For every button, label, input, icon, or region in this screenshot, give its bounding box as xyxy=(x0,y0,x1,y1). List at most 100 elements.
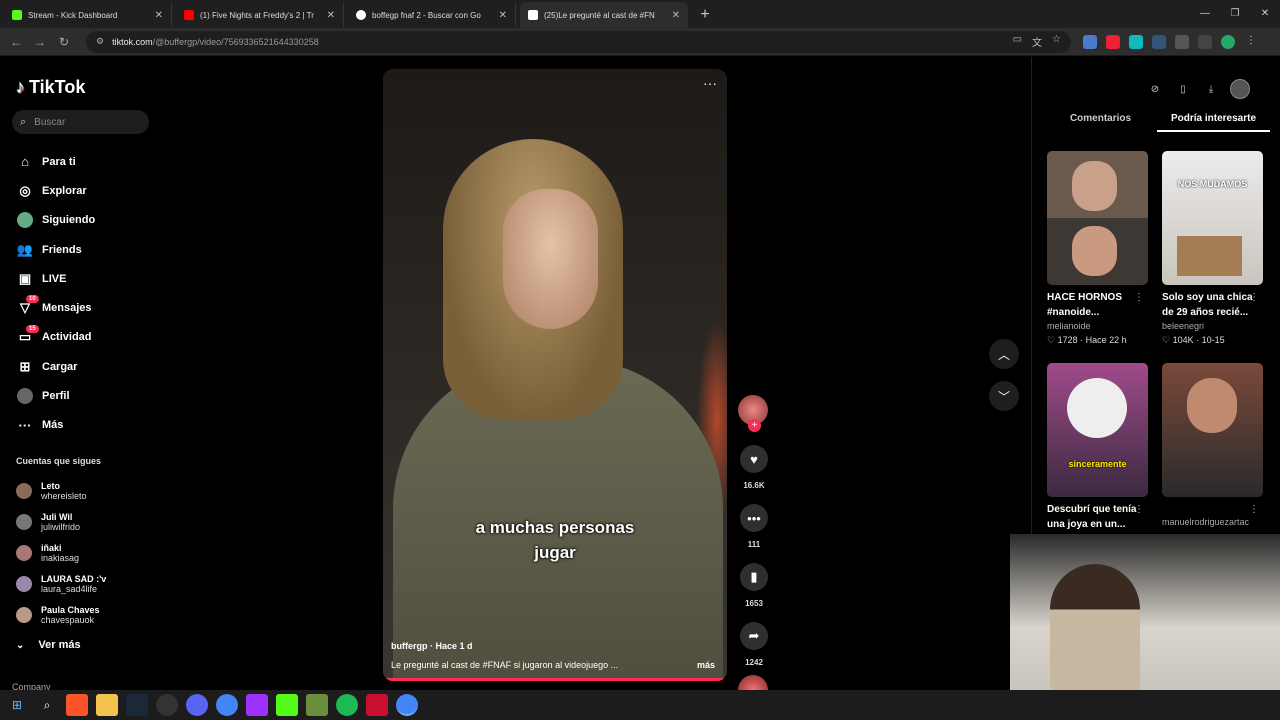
card-more-icon[interactable]: ⋮ xyxy=(1134,504,1144,515)
extension-icon[interactable] xyxy=(1106,34,1120,49)
card-more-icon[interactable]: ⋮ xyxy=(1249,292,1259,303)
next-video-button[interactable]: ﹀ xyxy=(989,381,1019,411)
minimize-icon[interactable]: — xyxy=(1190,0,1220,28)
messages-badge: 10 xyxy=(26,295,39,304)
spotify-icon[interactable] xyxy=(336,694,358,716)
search-input[interactable]: ⌕ Buscar xyxy=(12,110,149,134)
device-icon[interactable]: ▯ xyxy=(1174,80,1192,98)
video-progress-bar[interactable] xyxy=(383,678,727,681)
back-icon[interactable]: ← xyxy=(4,35,28,49)
following-item[interactable]: Leto whereisleto xyxy=(16,475,106,506)
kick-icon[interactable] xyxy=(276,694,298,716)
recommended-video-card[interactable]: HACE HORNOS #nanoide... ⋮ melianoide ♡ 1… xyxy=(1047,151,1148,346)
card-author: beleenegri xyxy=(1162,321,1205,331)
nav-friends[interactable]: 👥 Friends xyxy=(16,235,95,264)
reload-icon[interactable]: ↻ xyxy=(52,35,76,49)
save-count: 1653 xyxy=(745,599,763,608)
brave-icon[interactable] xyxy=(66,694,88,716)
nav-mas[interactable]: ··· Más xyxy=(16,411,95,440)
previous-video-button[interactable]: ︿ xyxy=(989,339,1019,369)
browser-menu-icon[interactable]: ⋮ xyxy=(1244,35,1258,49)
close-tab-icon[interactable]: ✕ xyxy=(672,10,680,21)
nav-actividad[interactable]: ▭ 15 Actividad xyxy=(16,323,95,352)
chrome-active-icon[interactable] xyxy=(396,694,418,716)
following-avatar-icon xyxy=(16,211,34,229)
file-explorer-icon[interactable] xyxy=(96,694,118,716)
search-icon[interactable]: ⌕ xyxy=(36,694,58,716)
cast-icon[interactable]: ▭ xyxy=(1013,34,1022,49)
app-icon[interactable] xyxy=(366,694,388,716)
nav-mensajes[interactable]: ▽ 10 Mensajes xyxy=(16,293,95,322)
share-button[interactable]: ➦ 1242 xyxy=(738,622,770,667)
card-more-icon[interactable]: ⋮ xyxy=(1134,292,1144,303)
translate-icon[interactable]: 文 xyxy=(1032,34,1042,49)
extension-icon[interactable] xyxy=(1129,34,1143,49)
close-window-icon[interactable]: ✕ xyxy=(1250,0,1280,28)
see-more-button[interactable]: ⌄ Ver más xyxy=(16,639,81,651)
following-item[interactable]: Paula Chaves chavespauok xyxy=(16,599,106,630)
video-more-options-icon[interactable]: ··· xyxy=(703,75,717,91)
new-tab-button[interactable]: + xyxy=(694,4,716,26)
download-icon[interactable]: ⤓ xyxy=(1202,80,1220,98)
activity-badge: 15 xyxy=(26,324,39,333)
restore-icon[interactable]: ❐ xyxy=(1220,0,1250,28)
browser-tab-google[interactable]: boffegp fnaf 2 - Buscar con Go ✕ xyxy=(348,2,516,28)
recommended-video-card[interactable]: NOS MUDAMOS Solo soy una chica de 29 año… xyxy=(1162,151,1263,346)
forward-icon[interactable]: → xyxy=(28,35,52,49)
bookmark-star-icon[interactable]: ☆ xyxy=(1052,34,1061,49)
recommended-video-card[interactable]: sinceramente Descubrí que tenía una joya… xyxy=(1047,363,1148,532)
browser-tab-youtube[interactable]: (1) Five Nights at Freddy's 2 | Tr ✕ xyxy=(176,2,344,28)
browser-tab-tiktok[interactable]: (25)Le pregunté al cast de #FN ✕ xyxy=(520,2,688,28)
video-player[interactable]: ··· a muchas personas jugar buffergp · H… xyxy=(383,69,727,681)
reading-list-icon[interactable] xyxy=(1198,34,1212,49)
extensions-puzzle-icon[interactable] xyxy=(1175,34,1189,49)
home-icon: ⌂ xyxy=(21,154,29,170)
save-button[interactable]: ▮ 1653 xyxy=(738,563,770,608)
follow-plus-icon[interactable]: + xyxy=(748,419,761,432)
tiktok-logo[interactable]: ♪ TikTok xyxy=(16,77,85,98)
upload-icon: ⊞ xyxy=(19,358,31,374)
minecraft-icon[interactable] xyxy=(306,694,328,716)
compass-icon[interactable]: ⊘ xyxy=(1146,80,1164,98)
windows-start-icon[interactable]: ⊞ xyxy=(6,694,28,716)
kick-favicon-icon xyxy=(12,10,22,20)
nav-explorar[interactable]: ◎ Explorar xyxy=(16,176,95,205)
following-item[interactable]: iñaki inakiasag xyxy=(16,537,106,568)
nav-siguiendo[interactable]: Siguiendo xyxy=(16,206,95,235)
recommended-video-card[interactable]: ⋮ manuelrodriguezartac xyxy=(1162,363,1263,527)
like-button[interactable]: ♥ 16.6K xyxy=(738,445,770,490)
url-bar[interactable]: ⚙ tiktok.com /@buffergp/video/7569336521… xyxy=(86,30,1071,53)
thumbnail-overlay-text: NOS MUDAMOS xyxy=(1177,179,1248,189)
video-description-more-button[interactable]: más xyxy=(697,660,715,670)
following-item[interactable]: Juli Wil juliwilfrido xyxy=(16,506,106,537)
url-host: tiktok.com xyxy=(112,36,153,47)
see-more-label: Ver más xyxy=(38,639,81,651)
tab-podria-interesarte[interactable]: Podría interesarte xyxy=(1157,113,1270,132)
nav-para-ti[interactable]: ⌂ Para ti xyxy=(16,147,95,176)
close-tab-icon[interactable]: ✕ xyxy=(155,10,163,21)
close-tab-icon[interactable]: ✕ xyxy=(327,10,335,21)
close-tab-icon[interactable]: ✕ xyxy=(499,10,507,21)
profile-avatar-icon[interactable] xyxy=(1221,34,1235,49)
nav-live[interactable]: ▣ LIVE xyxy=(16,264,95,293)
nav-cargar[interactable]: ⊞ Cargar xyxy=(16,352,95,381)
discord-icon[interactable] xyxy=(186,694,208,716)
comment-button[interactable]: ••• 111 xyxy=(738,504,770,549)
site-info-icon[interactable]: ⚙ xyxy=(96,36,104,47)
extension-icon[interactable] xyxy=(1083,34,1097,49)
capcut-icon[interactable] xyxy=(246,694,268,716)
video-thumbnail: NOS MUDAMOS xyxy=(1162,151,1263,285)
chrome-icon[interactable] xyxy=(216,694,238,716)
extension-icon[interactable] xyxy=(1152,34,1166,49)
following-item[interactable]: LAURA SAD :'v laura_sad4life xyxy=(16,568,106,599)
user-avatar[interactable] xyxy=(1230,79,1250,99)
creator-avatar[interactable]: + xyxy=(738,395,768,432)
steam-icon[interactable] xyxy=(126,694,148,716)
browser-tab-kick[interactable]: Stream - Kick Dashboard ✕ xyxy=(4,2,172,28)
nav-perfil[interactable]: Perfil xyxy=(16,381,95,410)
tab-comentarios[interactable]: Comentarios xyxy=(1044,113,1157,132)
video-author[interactable]: buffergp · Hace 1 d xyxy=(391,641,473,651)
card-more-icon[interactable]: ⋮ xyxy=(1249,504,1259,515)
nav-label: Friends xyxy=(42,243,82,256)
obs-icon[interactable] xyxy=(156,694,178,716)
